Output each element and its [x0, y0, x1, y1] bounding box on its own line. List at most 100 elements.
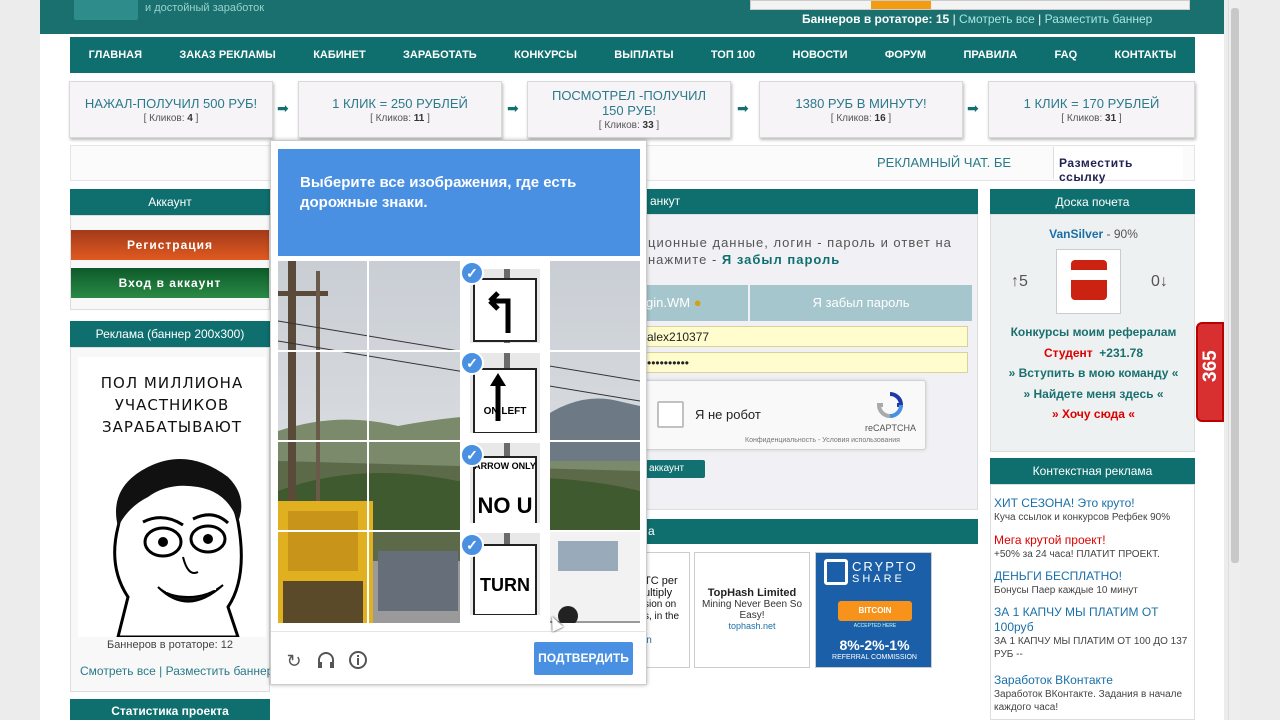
recaptcha-checkbox[interactable]	[657, 401, 684, 428]
tophash-banner[interactable]: TopHash Limited Mining Never Been So Eas…	[694, 552, 810, 668]
forgot-password-link[interactable]: Я забыл пароль	[722, 252, 840, 267]
audio-headphones-icon[interactable]	[315, 650, 337, 672]
captcha-footer: ↻ ПОДТВЕРДИТЬ	[271, 631, 648, 686]
captcha-header: Выберите все изображения, где есть дорож…	[278, 149, 640, 256]
promo-block[interactable]: 1 КЛИК = 170 РУБЛЕЙ [ Кликов: 31 ]	[988, 81, 1195, 138]
login-button[interactable]: Вход в аккаунт	[71, 268, 269, 298]
reload-icon[interactable]: ↻	[283, 650, 305, 672]
password-field[interactable]: ••••••••••	[640, 352, 968, 373]
nav-home[interactable]: ГЛАВНАЯ	[89, 49, 142, 61]
nav-payouts[interactable]: ВЫПЛАТЫ	[614, 49, 673, 61]
login-field[interactable]: alex210377	[640, 326, 968, 347]
find-me-link[interactable]: » Найдете меня здесь «	[991, 387, 1196, 401]
recaptcha-privacy[interactable]: Конфиденциальность - Условия использован…	[745, 437, 900, 444]
tab-login-wm[interactable]: gin.WM ●	[640, 285, 748, 321]
tab-forgot-password[interactable]: Я забыл пароль	[750, 285, 972, 321]
nav-contests[interactable]: КОНКУРСЫ	[514, 49, 577, 61]
place-link-button[interactable]: Разместить ссылку	[1053, 147, 1183, 184]
promo-title: НАЖАЛ-ПОЛУЧИЛ 500 РУБ!	[84, 96, 258, 111]
side-tab-365[interactable]: 365	[1196, 322, 1224, 422]
honor-user-line: VanSilver - 90%	[991, 227, 1196, 241]
recaptcha-name: reCAPTCHA	[865, 423, 917, 433]
promo-clicks: [ Кликов: 4 ]	[143, 113, 199, 124]
nav-contacts[interactable]: КОНТАКТЫ	[1115, 49, 1177, 61]
honor-board-title: Доска почета	[990, 189, 1195, 215]
nav-forum[interactable]: ФОРУМ	[885, 49, 926, 61]
vote-up[interactable]: ↑5	[1011, 273, 1028, 291]
context-ad-title[interactable]: ХИТ СЕЗОНА! Это круто!	[994, 496, 1189, 511]
context-ad-title[interactable]: ДЕНЬГИ БЕСПЛАТНО!	[994, 569, 1189, 584]
scrollbar-thumb[interactable]	[1231, 8, 1239, 563]
honor-avatar[interactable]	[1056, 249, 1121, 314]
recaptcha-logo-icon	[876, 392, 904, 418]
ad-banner[interactable]: ПОЛ МИЛЛИОНА УЧАСТНИКОВ ЗАРАБАТЫВАЮТ	[78, 357, 266, 637]
captcha-tile[interactable]	[368, 531, 460, 623]
promo-title: 1380 РУБ В МИНУТУ!	[795, 96, 927, 111]
ad-line: ЗАРАБАТЫВАЮТ	[101, 418, 243, 436]
honor-board: VanSilver - 90% ↑5 0↓ Конкурсы моим рефе…	[990, 214, 1195, 452]
captcha-tile[interactable]	[278, 351, 368, 441]
nav-faq[interactable]: FAQ	[1055, 49, 1078, 61]
context-ad-title[interactable]: Заработок ВКонтакте	[994, 673, 1189, 688]
captcha-tile[interactable]	[550, 261, 640, 351]
place-banner-link[interactable]: Разместить баннер	[1045, 12, 1153, 26]
context-ad-item[interactable]: ДЕНЬГИ БЕСПЛАТНО! Бонусы Паер каждые 10 …	[994, 569, 1189, 597]
context-ad-item[interactable]: Заработок ВКонтакте Заработок ВКонтакте.…	[994, 673, 1189, 714]
tophash-url: tophash.net	[728, 621, 776, 631]
page-scrollbar[interactable]	[1228, 0, 1240, 720]
captcha-tile[interactable]	[550, 441, 640, 531]
contests-link[interactable]: Конкурсы моим рефералам	[991, 325, 1196, 339]
context-ad-title[interactable]: Мега крутой проект!	[994, 533, 1189, 548]
login-instructions: ционные данные, логин - пароль и ответ н…	[648, 234, 978, 268]
promo-block[interactable]: 1380 РУБ В МИНУТУ! [ Кликов: 16 ]	[759, 81, 963, 138]
promo-block[interactable]: 1 КЛИК = 250 РУБЛЕЙ [ Кликов: 11 ]	[298, 81, 502, 138]
nav-cabinet[interactable]: КАБИНЕТ	[313, 49, 365, 61]
context-ad-title[interactable]: ЗА 1 КАПЧУ МЫ ПЛАТИМ ОТ 100руб	[994, 605, 1189, 635]
promo-title: 1 КЛИК = 250 РУБЛЕЙ	[332, 96, 468, 111]
view-all-banners-link[interactable]: Смотреть все	[959, 12, 1035, 26]
info-icon[interactable]	[347, 650, 369, 672]
checkmark-icon: ✓	[460, 261, 484, 285]
captcha-tile[interactable]	[368, 441, 460, 531]
captcha-tile[interactable]	[368, 261, 460, 351]
register-button[interactable]: Регистрация	[71, 230, 269, 260]
nav-news[interactable]: НОВОСТИ	[793, 49, 848, 61]
checkmark-icon: ✓	[460, 351, 484, 375]
ad-line: ПОЛ МИЛЛИОНА	[100, 374, 244, 392]
banner-line: TC per	[644, 575, 678, 587]
context-ad-item[interactable]: ХИТ СЕЗОНА! Это круто! Куча ссылок и кон…	[994, 496, 1189, 524]
crypto-share-banner[interactable]: CRYPTO SHARE BITCOIN ACCEPTED HERE 8%-2%…	[815, 552, 932, 668]
captcha-tile[interactable]	[278, 531, 368, 623]
ad-chat-link[interactable]: РЕКЛАМНЫЙ ЧАТ. БЕ	[877, 155, 1011, 170]
nav-order-ads[interactable]: ЗАКАЗ РЕКЛАМЫ	[179, 49, 275, 61]
verify-button[interactable]: ПОДТВЕРДИТЬ	[534, 642, 633, 675]
arrow-right-icon: ➡	[507, 100, 519, 116]
context-ad-item[interactable]: Мега крутой проект! +50% за 24 часа! ПЛА…	[994, 533, 1189, 561]
context-ad-item[interactable]: ЗА 1 КАПЧУ МЫ ПЛАТИМ ОТ 100руб ЗА 1 КАПЧ…	[994, 605, 1189, 661]
context-ad-desc: ЗА 1 КАПЧУ МЫ ПЛАТИМ ОТ 100 ДО 137 РУБ -…	[994, 636, 1188, 660]
promo-block[interactable]: ПОСМОТРЕЛ -ПОЛУЧИЛ 150 РУБ! [ Кликов: 33…	[527, 81, 731, 138]
ad-view-all-link[interactable]: Смотреть все	[80, 664, 156, 678]
ad-place-banner-link[interactable]: Разместить баннер	[166, 664, 274, 678]
want-here-link[interactable]: » Хочу сюда «	[991, 407, 1196, 421]
captcha-tile[interactable]	[550, 351, 640, 441]
captcha-tile[interactable]	[278, 261, 368, 351]
promo-block[interactable]: НАЖАЛ-ПОЛУЧИЛ 500 РУБ! [ Кликов: 4 ]	[69, 81, 273, 138]
top-banner[interactable]	[750, 0, 1190, 10]
captcha-tile[interactable]	[368, 351, 460, 441]
enter-account-button[interactable]: аккаунт	[646, 460, 705, 478]
ad-line: УЧАСТНИКОВ	[114, 396, 230, 414]
honor-user-link[interactable]: VanSilver	[1049, 227, 1103, 241]
nav-rules[interactable]: ПРАВИЛА	[963, 49, 1017, 61]
nav-top100[interactable]: ТОП 100	[711, 49, 755, 61]
recaptcha-label: Я не робот	[695, 407, 761, 422]
captcha-tile[interactable]	[550, 531, 640, 623]
captcha-tile[interactable]	[278, 441, 368, 531]
nav-earn[interactable]: ЗАРАБОТАТЬ	[403, 49, 477, 61]
vote-down[interactable]: 0↓	[1151, 273, 1168, 291]
site-logo[interactable]	[74, 0, 138, 20]
join-team-link[interactable]: » Вступить в мою команду «	[991, 366, 1196, 380]
banner-line: in	[644, 635, 652, 646]
account-panel-title: Аккаунт	[70, 189, 270, 215]
tab-label: gin.WM	[646, 295, 691, 310]
